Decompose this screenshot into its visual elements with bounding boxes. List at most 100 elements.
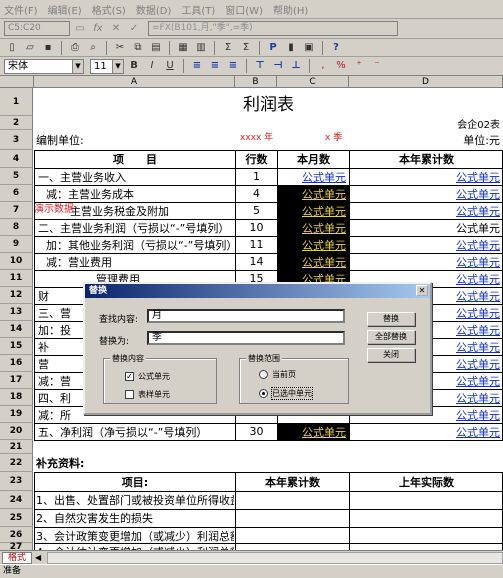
sum-variant-icon[interactable]: Σ bbox=[238, 40, 254, 56]
copy-icon[interactable]: ⧉ bbox=[130, 40, 146, 56]
save-icon[interactable]: ▪ bbox=[40, 40, 56, 56]
chevron-down-icon[interactable]: ▼ bbox=[112, 59, 123, 73]
cancel-icon[interactable]: ✕ bbox=[108, 21, 124, 37]
tab-scroll-left-icon[interactable]: ◀ bbox=[35, 553, 41, 562]
menu-edit[interactable]: 编辑(E) bbox=[48, 2, 82, 17]
month-formula-cell[interactable]: 公式单元 bbox=[278, 168, 349, 185]
formula-input[interactable]: =FX(B101,月,"季",=季) bbox=[148, 21, 398, 36]
function-icon[interactable]: ▭ bbox=[72, 21, 88, 37]
row-header[interactable]: 22 bbox=[0, 454, 33, 472]
row-header[interactable]: 8 bbox=[0, 219, 33, 236]
current-page-radio[interactable] bbox=[259, 370, 268, 379]
find-input[interactable]: 月 bbox=[147, 309, 345, 323]
row-header[interactable]: 10 bbox=[0, 253, 33, 270]
delete-row-icon[interactable]: ▥ bbox=[193, 40, 209, 56]
row-header[interactable]: 11 bbox=[0, 270, 33, 287]
col-header-a[interactable]: A bbox=[34, 76, 235, 88]
fx-icon[interactable]: fx bbox=[90, 21, 106, 37]
align-left-icon[interactable]: ≡ bbox=[189, 58, 205, 74]
row-header[interactable]: 21 bbox=[0, 440, 33, 454]
col-header-d[interactable]: D bbox=[349, 76, 503, 88]
horizontal-scrollbar[interactable] bbox=[47, 551, 503, 564]
month-formula-cell[interactable]: 公式单元 bbox=[278, 253, 349, 270]
row-header[interactable]: 14 bbox=[0, 321, 33, 338]
month-formula-cell[interactable]: 公式单元 bbox=[278, 236, 349, 253]
underline-icon[interactable]: U bbox=[162, 58, 178, 74]
align-center-icon[interactable]: ≡ bbox=[207, 58, 223, 74]
formula-cell-checkbox[interactable]: ✓ bbox=[125, 372, 134, 381]
font-size-select[interactable]: 11 ▼ bbox=[90, 58, 124, 74]
row-header[interactable]: 6 bbox=[0, 185, 33, 202]
vertical-align-middle-icon[interactable]: ⊣ bbox=[270, 58, 286, 74]
ytd-formula-cell[interactable]: 公式单元 bbox=[350, 253, 503, 270]
menu-tools[interactable]: 工具(T) bbox=[181, 2, 215, 17]
chart-icon[interactable]: ▮ bbox=[283, 40, 299, 56]
table-cell-checkbox[interactable] bbox=[125, 390, 134, 399]
chevron-down-icon[interactable]: ▼ bbox=[72, 59, 83, 73]
row-header[interactable]: 23 bbox=[0, 472, 33, 491]
month-formula-cell[interactable]: 公式单元 bbox=[278, 185, 349, 202]
row-header[interactable]: 25 bbox=[0, 509, 33, 527]
menu-window[interactable]: 窗口(W) bbox=[225, 2, 263, 17]
print-icon[interactable]: ⎙ bbox=[67, 40, 83, 56]
sheet-tab-format[interactable]: 格式 bbox=[2, 551, 33, 564]
p-icon[interactable]: P bbox=[265, 40, 281, 56]
replace-all-button[interactable]: 全部替换 bbox=[367, 330, 415, 344]
row-header[interactable]: 4 bbox=[0, 150, 33, 168]
row-header[interactable]: 24 bbox=[0, 491, 33, 509]
ytd-formula-cell[interactable]: 公式单元 bbox=[350, 219, 503, 236]
menu-help[interactable]: 帮助(H) bbox=[273, 2, 308, 17]
align-right-icon[interactable]: ≡ bbox=[225, 58, 241, 74]
row-header[interactable]: 2 bbox=[0, 116, 33, 130]
row-header[interactable]: 5 bbox=[0, 168, 33, 185]
menu-data[interactable]: 数据(D) bbox=[136, 2, 172, 17]
col-header-c[interactable]: C bbox=[277, 76, 349, 88]
ytd-formula-cell[interactable]: 公式单元 bbox=[350, 202, 503, 219]
font-select[interactable]: 宋体 ▼ bbox=[4, 58, 84, 74]
selected-cells-radio[interactable] bbox=[259, 389, 268, 398]
cut-icon[interactable]: ✂ bbox=[112, 40, 128, 56]
decrease-decimal-icon[interactable]: ⁻ bbox=[369, 58, 385, 74]
row-header[interactable]: 12 bbox=[0, 287, 33, 304]
month-formula-cell[interactable]: 公式单元 bbox=[278, 219, 349, 236]
corner-select-all[interactable] bbox=[0, 76, 34, 88]
col-header-b[interactable]: B bbox=[235, 76, 277, 88]
ytd-formula-cell[interactable]: 公式单元 bbox=[350, 236, 503, 253]
row-header[interactable]: 9 bbox=[0, 236, 33, 253]
row-header[interactable]: 27 bbox=[0, 542, 33, 550]
new-file-icon[interactable]: ▯ bbox=[4, 40, 20, 56]
confirm-icon[interactable]: ✓ bbox=[126, 21, 142, 37]
row-header[interactable]: 16 bbox=[0, 355, 33, 372]
bold-icon[interactable]: B bbox=[126, 58, 142, 74]
ytd-formula-cell[interactable]: 公式单元 bbox=[350, 185, 503, 202]
print-preview-icon[interactable]: ⌕ bbox=[85, 40, 101, 56]
month-formula-cell[interactable]: 公式单元 bbox=[278, 423, 349, 440]
cell-reference-box[interactable]: C5:C20 bbox=[4, 21, 70, 36]
close-button[interactable]: 关闭 bbox=[367, 348, 415, 362]
sum-icon[interactable]: Σ bbox=[220, 40, 236, 56]
dialog-titlebar[interactable]: 替换 ✕ bbox=[85, 284, 430, 298]
percent-icon[interactable]: % bbox=[333, 58, 349, 74]
calculator-icon[interactable]: ▣ bbox=[301, 40, 317, 56]
vertical-align-top-icon[interactable]: ⊤ bbox=[252, 58, 268, 74]
paste-icon[interactable]: ▤ bbox=[148, 40, 164, 56]
row-header[interactable]: 1 bbox=[0, 88, 33, 116]
row-header[interactable]: 19 bbox=[0, 406, 33, 423]
increase-decimal-icon[interactable]: ⁺ bbox=[351, 58, 367, 74]
help-icon[interactable]: ? bbox=[328, 40, 344, 56]
comma-icon[interactable]: , bbox=[315, 58, 331, 74]
ytd-formula-cell[interactable]: 公式单元 bbox=[350, 168, 503, 185]
vertical-align-bottom-icon[interactable]: ⊥ bbox=[288, 58, 304, 74]
row-header[interactable]: 13 bbox=[0, 304, 33, 321]
menu-file[interactable]: 文件(F) bbox=[4, 2, 38, 17]
row-header[interactable]: 20 bbox=[0, 423, 33, 440]
close-icon[interactable]: ✕ bbox=[416, 285, 428, 296]
row-header[interactable]: 18 bbox=[0, 389, 33, 406]
row-header[interactable]: 17 bbox=[0, 372, 33, 389]
month-formula-cell[interactable]: 公式单元 bbox=[278, 202, 349, 219]
ytd-formula-cell[interactable]: 公式单元 bbox=[350, 423, 503, 440]
replace-input[interactable]: 季 bbox=[147, 331, 345, 345]
italic-icon[interactable]: I bbox=[144, 58, 160, 74]
insert-row-icon[interactable]: ▦ bbox=[175, 40, 191, 56]
replace-button[interactable]: 替换 bbox=[367, 312, 415, 326]
